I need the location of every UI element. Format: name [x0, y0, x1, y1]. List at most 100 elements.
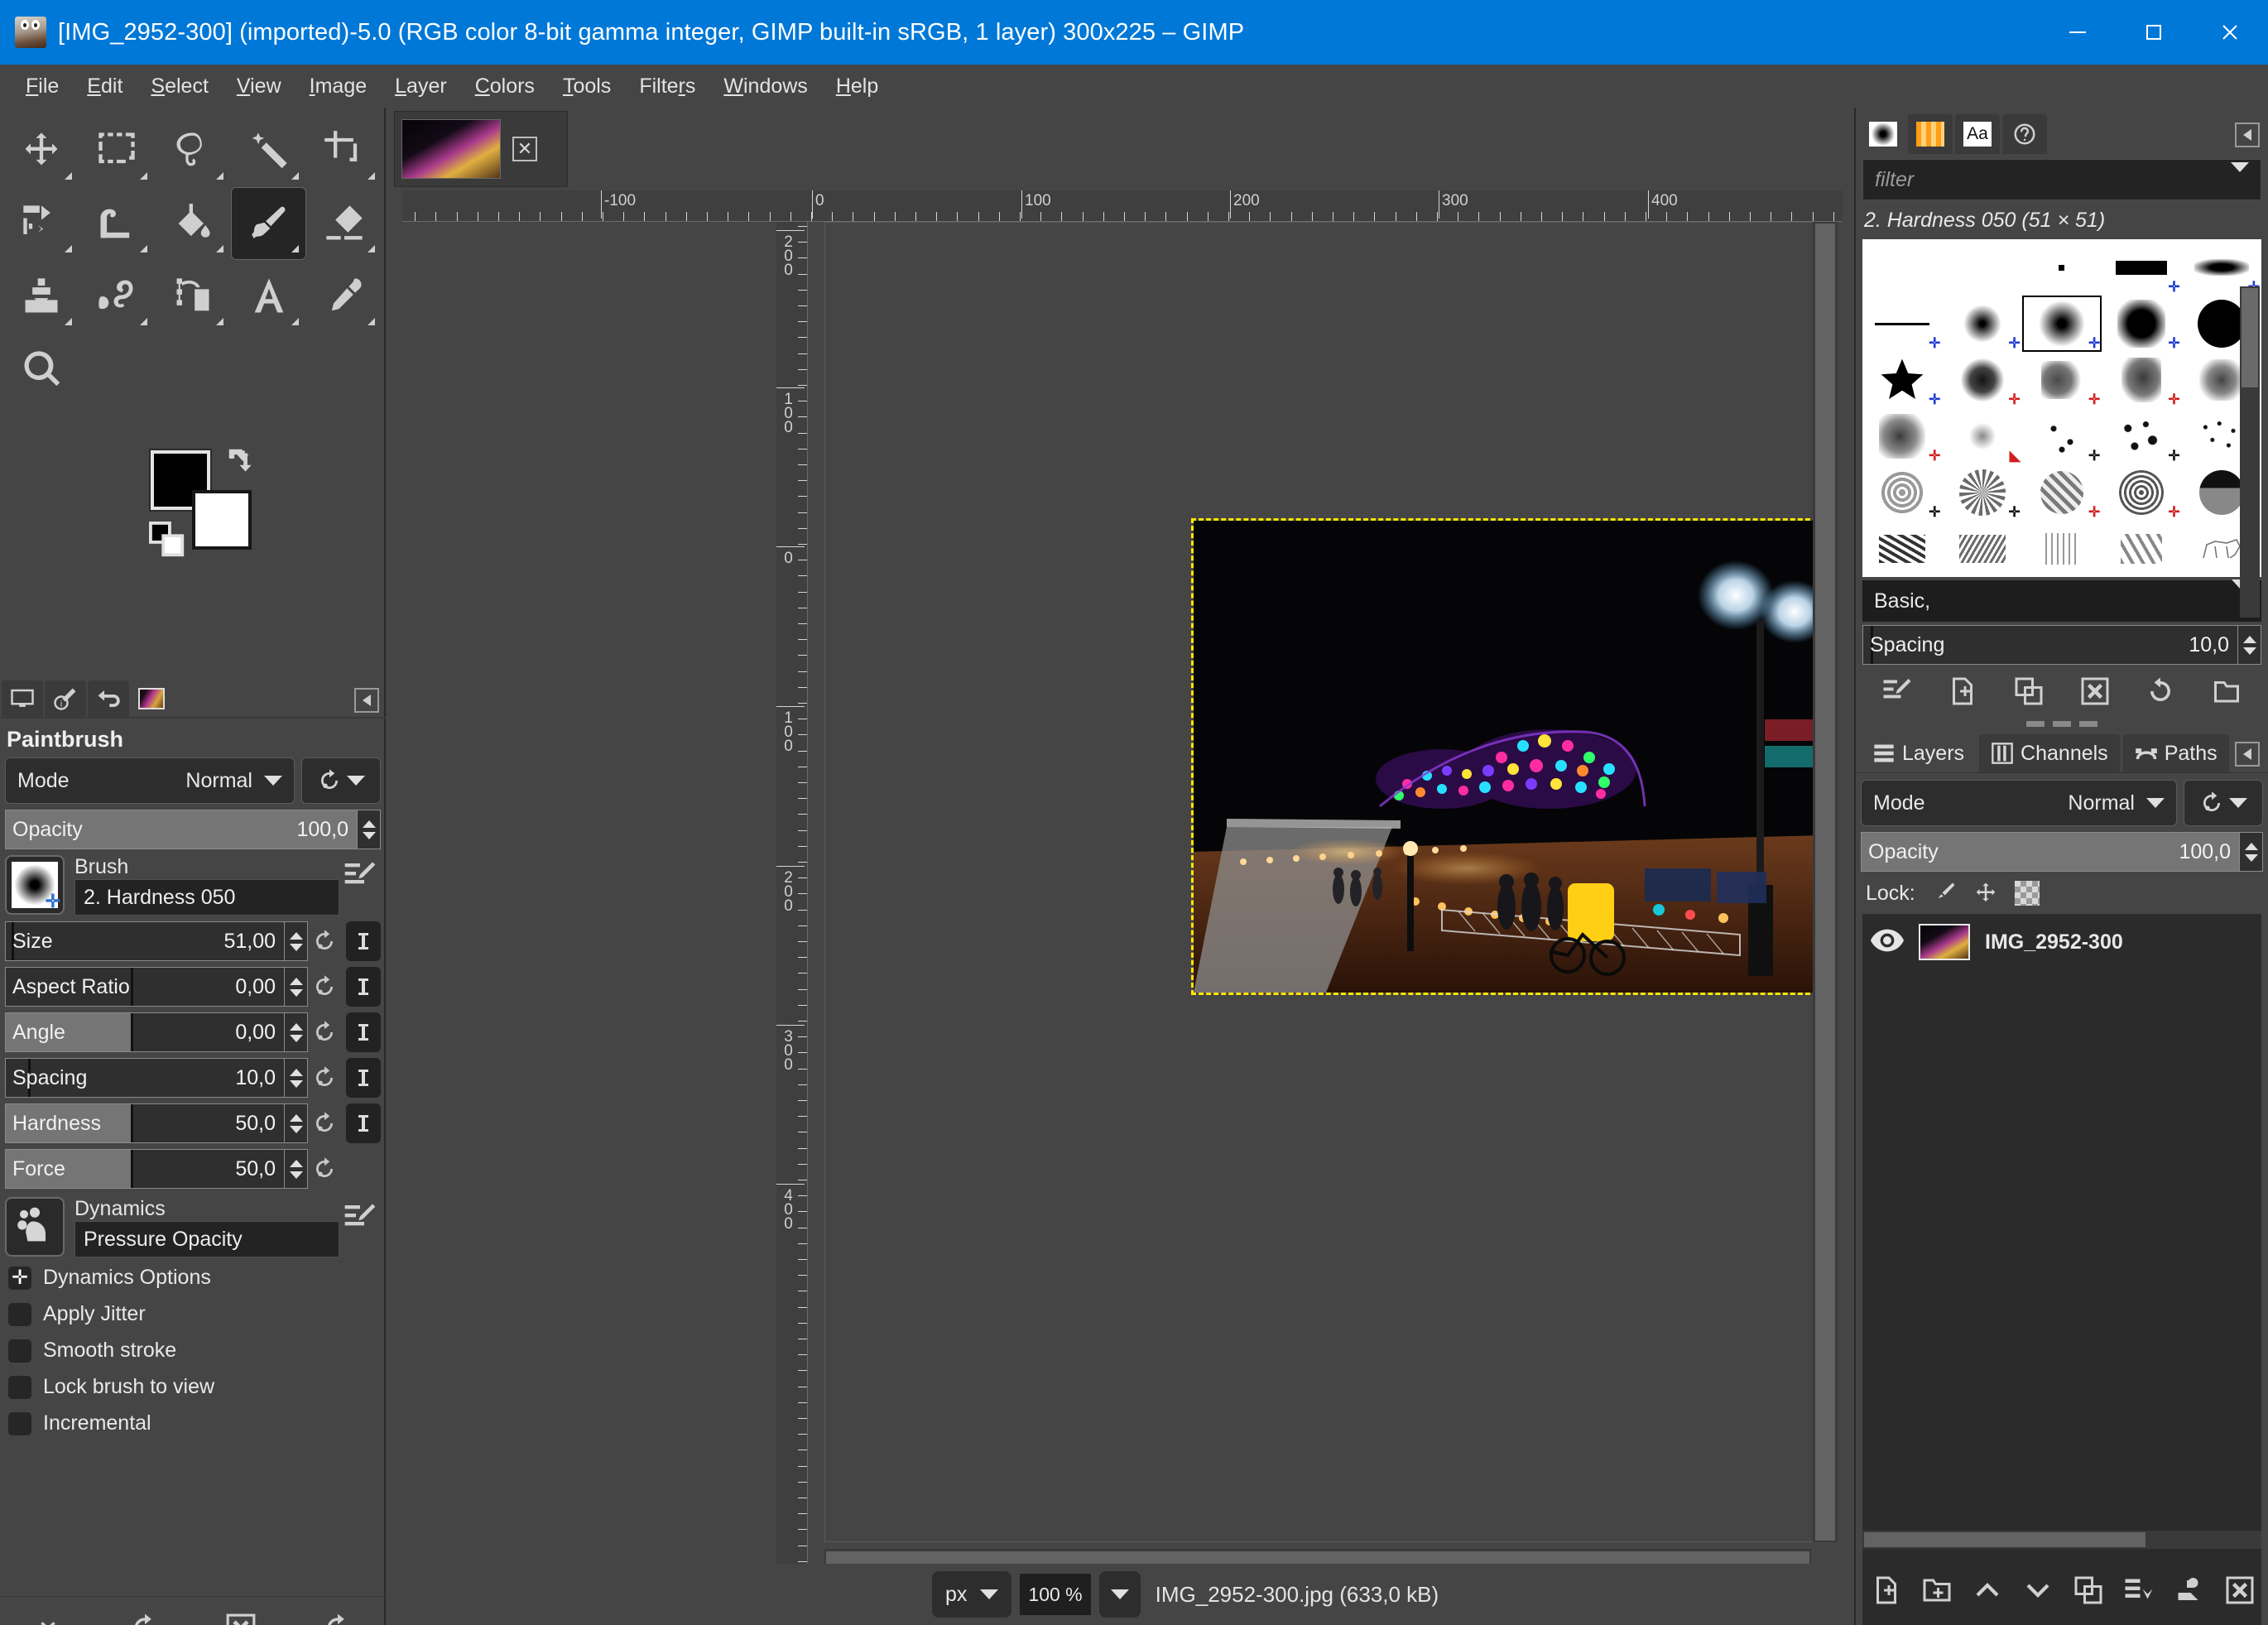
edit-dynamics-icon[interactable]: [339, 1197, 381, 1238]
new-layer-group-icon[interactable]: [1922, 1575, 1952, 1609]
layer-visibility-icon[interactable]: [1871, 929, 1904, 956]
brush-item[interactable]: ✛: [1942, 352, 2021, 408]
horizontal-ruler[interactable]: -100 0 100 200 300 400: [402, 190, 1843, 222]
layer-mode-reset-button[interactable]: [2184, 780, 2263, 826]
force-stepper[interactable]: [285, 1149, 308, 1189]
paint-mode-select[interactable]: Mode Normal: [5, 757, 295, 804]
new-brush-icon[interactable]: [1948, 676, 1977, 710]
brush-item[interactable]: ✛: [1942, 296, 2021, 352]
hardness-slider[interactable]: Hardness 50,0: [5, 1103, 285, 1143]
brush-item[interactable]: ✛: [1862, 296, 1942, 352]
brush-spacing-slider[interactable]: Spacing 10,0: [1862, 625, 2238, 665]
angle-slider[interactable]: Angle 0,00: [5, 1012, 285, 1052]
brush-filter-input[interactable]: filter: [1862, 159, 2261, 200]
edit-brush-icon[interactable]: [1882, 676, 1912, 710]
zoom-tool[interactable]: [3, 333, 80, 406]
brush-item[interactable]: ✛: [1862, 408, 1942, 464]
move-tool[interactable]: [3, 114, 79, 187]
hardness-reset-icon[interactable]: [308, 1104, 341, 1142]
lower-layer-icon[interactable]: [2023, 1575, 2053, 1609]
spacing-link-icon[interactable]: [346, 1058, 381, 1098]
brush-item[interactable]: ◣: [1942, 408, 2021, 464]
open-brush-folder-icon[interactable]: [2212, 676, 2242, 710]
brush-item[interactable]: [2022, 239, 2102, 296]
brush-preview-button[interactable]: ✛: [5, 855, 65, 915]
brush-item[interactable]: ✛: [2102, 408, 2181, 464]
force-reset-icon[interactable]: [308, 1150, 341, 1188]
angle-stepper[interactable]: [285, 1012, 308, 1052]
spacing-slider[interactable]: Spacing 10,0: [5, 1058, 285, 1098]
layer-opacity-stepper[interactable]: [2240, 832, 2263, 872]
new-layer-icon[interactable]: [1872, 1575, 1901, 1609]
refresh-brushes-icon[interactable]: [2145, 676, 2175, 710]
swap-colors-icon[interactable]: [225, 445, 257, 477]
aspect-ratio-link-icon[interactable]: [346, 967, 381, 1007]
tab-layers[interactable]: Layers: [1861, 734, 1977, 772]
reset-tool-options-icon[interactable]: [322, 1613, 353, 1625]
fuzzy-select-tool[interactable]: [231, 114, 307, 187]
vertical-ruler[interactable]: 200 100 0 100 200 300 400: [776, 222, 808, 1570]
reset-colors-icon[interactable]: [149, 522, 187, 560]
layer-name[interactable]: IMG_2952-300: [1985, 930, 2123, 954]
checkbox-apply-jitter[interactable]: Apply Jitter: [0, 1300, 386, 1329]
brush-spacing-stepper[interactable]: [2238, 625, 2261, 665]
menu-select[interactable]: Select: [137, 71, 223, 102]
menu-file[interactable]: File: [12, 71, 73, 102]
aspect-ratio-stepper[interactable]: [285, 967, 308, 1007]
menu-edit[interactable]: Edit: [73, 71, 137, 102]
aspect-ratio-reset-icon[interactable]: [308, 968, 341, 1006]
spacing-reset-icon[interactable]: [308, 1059, 341, 1097]
save-tool-preset-icon[interactable]: [32, 1613, 64, 1625]
ink-tool[interactable]: [155, 260, 231, 333]
hardness-stepper[interactable]: [285, 1103, 308, 1143]
menu-tools[interactable]: Tools: [549, 71, 625, 102]
brush-item[interactable]: ✛: [2102, 464, 2181, 521]
checkbox-incremental[interactable]: Incremental: [0, 1409, 386, 1438]
hardness-link-icon[interactable]: [346, 1103, 381, 1143]
anchor-layer-icon[interactable]: [2174, 1575, 2204, 1609]
image-tab[interactable]: ✕: [394, 111, 568, 187]
bucket-fill-tool[interactable]: [155, 187, 231, 260]
brush-item[interactable]: ✛: [2022, 352, 2102, 408]
paintbrush-tool[interactable]: [230, 187, 307, 260]
tab-paths[interactable]: Paths: [2122, 734, 2229, 772]
raise-layer-icon[interactable]: [1972, 1575, 2002, 1609]
duplicate-layer-icon[interactable]: [2073, 1575, 2103, 1609]
brush-item[interactable]: [2022, 521, 2102, 577]
tool-options-tab[interactable]: [2, 680, 43, 717]
brush-grid-scrollbar[interactable]: [2240, 286, 2260, 618]
menu-layer[interactable]: Layer: [381, 71, 461, 102]
text-tool[interactable]: [231, 260, 307, 333]
images-tab[interactable]: [131, 680, 172, 717]
menu-view[interactable]: View: [223, 71, 296, 102]
close-icon[interactable]: [2192, 0, 2268, 65]
brush-item[interactable]: [1942, 521, 2021, 577]
zoom-select[interactable]: [1098, 1571, 1141, 1618]
image-layer-selection[interactable]: [1191, 518, 1825, 995]
delete-tool-preset-icon[interactable]: [225, 1613, 257, 1625]
brush-item[interactable]: ✛: [2022, 464, 2102, 521]
layer-opacity-slider[interactable]: Opacity 100,0: [1861, 832, 2240, 872]
crop-tool[interactable]: [306, 114, 382, 187]
brush-item[interactable]: ✛: [1862, 464, 1942, 521]
layer-list-scrollbar[interactable]: [1862, 1531, 2261, 1549]
brush-item[interactable]: [2102, 521, 2181, 577]
dynamics-name-field[interactable]: Pressure Opacity: [74, 1221, 339, 1257]
duplicate-brush-icon[interactable]: [2014, 676, 2044, 710]
free-select-tool[interactable]: [155, 114, 231, 187]
collapse-dock-button[interactable]: [354, 688, 379, 713]
lock-position-icon[interactable]: [1973, 881, 1998, 906]
background-color-swatch[interactable]: [192, 490, 252, 550]
brush-tag-filter[interactable]: Basic,: [1862, 579, 2261, 622]
checkbox-lock-brush-to-view[interactable]: Lock brush to view: [0, 1373, 386, 1401]
brush-item[interactable]: ✛: [2102, 239, 2181, 296]
collapse-dock-button[interactable]: [2235, 123, 2260, 147]
menu-filters[interactable]: Filters: [625, 71, 709, 102]
undo-history-tab[interactable]: [88, 680, 129, 717]
image-canvas[interactable]: [824, 222, 1836, 1542]
collapse-dock-button[interactable]: [2235, 742, 2260, 767]
brushes-tab[interactable]: [1861, 114, 1905, 154]
layer-list[interactable]: IMG_2952-300: [1862, 914, 2261, 1625]
zoom-input[interactable]: 100 %: [1020, 1574, 1091, 1615]
eraser-tool[interactable]: [306, 187, 382, 260]
